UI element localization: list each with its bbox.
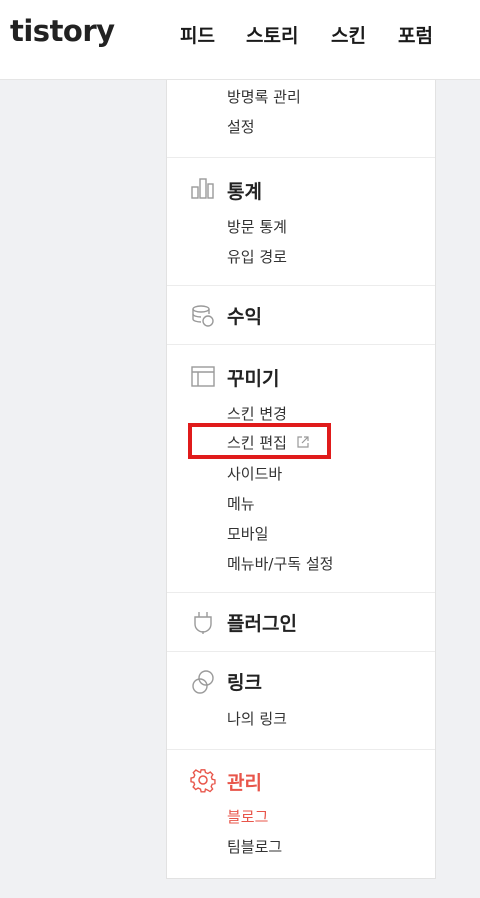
menu-my-link[interactable]: 나의 링크 (227, 708, 287, 729)
highlight-box (188, 423, 331, 459)
plug-icon (190, 610, 216, 636)
section-link: 링크 나의 링크 (167, 652, 435, 750)
menu-referrer[interactable]: 유입 경로 (227, 246, 287, 267)
menu-settings[interactable]: 설정 (227, 116, 255, 137)
menu-menu[interactable]: 메뉴 (227, 493, 255, 514)
section-guestbook: 방명록 관리 설정 (167, 80, 435, 158)
nav-forum[interactable]: 포럼 (398, 21, 433, 48)
section-decor: 꾸미기 스킨 변경 스킨 편집 사이드바 메뉴 모바일 메뉴바/구독 설정 (167, 345, 435, 593)
link-icon (190, 669, 216, 695)
bar-chart-icon (190, 175, 216, 201)
nav-skin[interactable]: 스킨 (331, 21, 366, 48)
menu-mobile[interactable]: 모바일 (227, 523, 268, 544)
menu-team-blog[interactable]: 팀블로그 (227, 836, 282, 857)
top-header: tistory 피드 스토리 스킨 포럼 (0, 0, 480, 80)
section-title-stats[interactable]: 통계 (227, 177, 262, 204)
section-title-manage[interactable]: 관리 (227, 768, 262, 795)
admin-sidebar-menu: 방명록 관리 설정 통계 방문 통계 유입 경로 수익 꾸미기 스킨 변경 스킨… (166, 80, 436, 879)
section-plugin: 플러그인 (167, 593, 435, 652)
menu-visit-stats[interactable]: 방문 통계 (227, 216, 287, 237)
section-title-decor[interactable]: 꾸미기 (227, 364, 279, 391)
menu-menubar-subscribe[interactable]: 메뉴바/구독 설정 (227, 553, 333, 574)
gear-icon (190, 767, 216, 793)
section-title-revenue[interactable]: 수익 (227, 302, 262, 329)
nav-feed[interactable]: 피드 (180, 21, 215, 48)
layout-icon (190, 364, 216, 390)
menu-guestbook-manage[interactable]: 방명록 관리 (227, 86, 301, 107)
section-revenue: 수익 (167, 286, 435, 345)
menu-sidebar[interactable]: 사이드바 (227, 463, 282, 484)
menu-blog[interactable]: 블로그 (227, 806, 268, 827)
tistory-logo[interactable]: tistory (10, 14, 115, 48)
nav-story[interactable]: 스토리 (246, 21, 298, 48)
menu-skin-change[interactable]: 스킨 변경 (227, 403, 287, 424)
section-title-link[interactable]: 링크 (227, 668, 262, 695)
coins-icon (190, 303, 216, 329)
section-title-plugin[interactable]: 플러그인 (227, 609, 297, 636)
section-manage: 관리 블로그 팀블로그 (167, 750, 435, 878)
section-stats: 통계 방문 통계 유입 경로 (167, 158, 435, 286)
